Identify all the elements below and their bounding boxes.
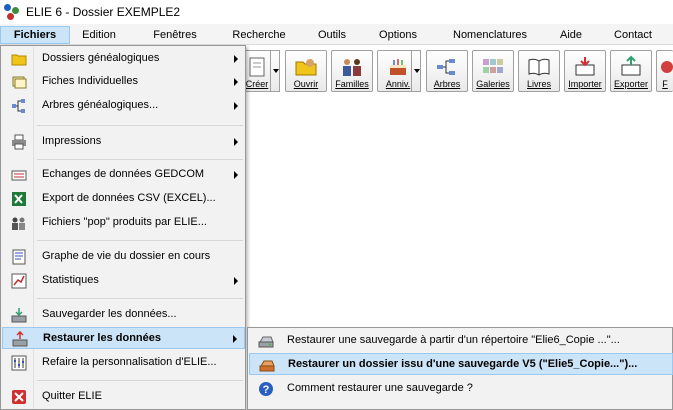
menu-fichiers[interactable]: Fichiers	[0, 26, 70, 44]
gedcom-icon	[11, 170, 27, 181]
window-title: ELIE 6 - Dossier EXEMPLE2	[26, 5, 181, 19]
menu-item-fiches-individuelles[interactable]: Fiches Individuelles	[2, 71, 245, 93]
menu-contact[interactable]: Contact	[608, 26, 658, 44]
truncated-button-icon	[661, 61, 673, 73]
open-book-icon	[528, 58, 550, 76]
menu-separator	[37, 240, 243, 241]
menu-item-export-csv[interactable]: Export de données CSV (EXCEL)...	[2, 188, 245, 210]
menu-item-graphe-de-vie[interactable]: Graphe de vie du dossier en cours	[2, 246, 245, 268]
submenu-arrow-icon	[234, 138, 238, 146]
menu-separator	[37, 298, 243, 299]
anniversaries-dropdown-arrow[interactable]	[411, 50, 421, 92]
menu-separator	[37, 159, 243, 160]
menu-edition[interactable]: Edition	[78, 26, 120, 44]
submenu-item-how-to-restore[interactable]: ? Comment restaurer une sauvegarde ?	[249, 378, 673, 400]
menu-item-sauvegarder[interactable]: Sauvegarder les données...	[2, 304, 245, 326]
menu-item-restaurer[interactable]: Restaurer les données	[2, 327, 245, 349]
menu-item-personnalisation[interactable]: Refaire la personnalisation d'ELIE...	[2, 352, 245, 374]
svg-text:?: ?	[263, 384, 270, 396]
submenu-arrow-icon	[234, 277, 238, 285]
menu-nomenclatures[interactable]: Nomenclatures	[446, 26, 534, 44]
help-icon: ?	[259, 382, 273, 396]
fichiers-dropdown-menu: Dossiers généalogiques Fiches Individuel…	[0, 45, 246, 410]
menu-separator	[37, 380, 243, 381]
customize-icon	[11, 355, 27, 371]
excel-icon	[12, 192, 26, 206]
folder-icon	[11, 54, 27, 66]
import-button[interactable]: Importer	[564, 50, 606, 92]
open-folder-icon	[295, 59, 317, 76]
truncated-toolbar-button[interactable]: F	[656, 50, 673, 92]
menu-aide[interactable]: Aide	[554, 26, 588, 44]
elie-app-icon	[4, 4, 20, 20]
create-dropdown-arrow[interactable]	[270, 50, 280, 92]
menu-item-fichiers-pop[interactable]: Fichiers "pop" produits par ELIE...	[2, 212, 245, 234]
galleries-button[interactable]: Galeries	[472, 50, 514, 92]
menu-item-impressions[interactable]: Impressions	[2, 131, 245, 153]
quit-icon	[12, 390, 26, 404]
books-button[interactable]: Livres	[518, 50, 560, 92]
menu-fenetres[interactable]: Fenêtres	[148, 26, 202, 44]
drive-orange-icon	[259, 360, 275, 372]
open-button[interactable]: Ouvrir	[285, 50, 327, 92]
restore-data-icon	[12, 331, 28, 347]
index-cards-icon	[12, 76, 27, 89]
submenu-arrow-icon	[234, 102, 238, 110]
menu-bar: Fichiers Edition Fenêtres Recherche Outi…	[0, 24, 673, 45]
menu-outils[interactable]: Outils	[310, 26, 354, 44]
submenu-arrow-icon	[234, 78, 238, 86]
tree-icon	[12, 99, 25, 113]
gallery-icon	[483, 59, 503, 73]
menu-options[interactable]: Options	[372, 26, 424, 44]
menu-item-quitter[interactable]: Quitter ELIE	[2, 386, 245, 408]
life-graph-icon	[12, 249, 26, 265]
title-bar: ELIE 6 - Dossier EXEMPLE2	[0, 0, 673, 24]
families-icon	[343, 59, 361, 76]
create-icon	[249, 57, 265, 77]
statistics-icon	[11, 273, 27, 289]
menu-item-echanges-gedcom[interactable]: Echanges de données GEDCOM	[2, 164, 245, 186]
trees-button[interactable]: Arbres	[426, 50, 468, 92]
save-data-icon	[11, 308, 27, 323]
submenu-arrow-icon	[233, 335, 237, 343]
submenu-arrow-icon	[234, 171, 238, 179]
drive-icon	[258, 336, 274, 348]
submenu-item-restore-elie6[interactable]: Restaurer une sauvegarde à partir d'un r…	[249, 330, 673, 352]
submenu-item-restore-v5[interactable]: Restaurer un dossier issu d'une sauvegar…	[249, 353, 673, 375]
export-button[interactable]: Exporter	[610, 50, 652, 92]
restaurer-submenu: Restaurer une sauvegarde à partir d'un r…	[247, 327, 673, 410]
submenu-arrow-icon	[234, 55, 238, 63]
pop-files-icon	[12, 217, 25, 230]
tree-chart-icon	[437, 59, 455, 75]
families-button[interactable]: Familles	[331, 50, 373, 92]
menu-recherche[interactable]: Recherche	[226, 26, 292, 44]
printer-icon	[12, 134, 26, 150]
menu-item-arbres-genealogiques[interactable]: Arbres généalogiques...	[2, 95, 245, 117]
menu-separator	[37, 125, 243, 126]
menu-item-dossiers-genealogiques[interactable]: Dossiers généalogiques	[2, 48, 245, 70]
import-icon	[575, 57, 595, 76]
export-icon	[621, 55, 641, 76]
menu-item-statistiques[interactable]: Statistiques	[2, 270, 245, 292]
birthday-cake-icon	[390, 59, 406, 75]
